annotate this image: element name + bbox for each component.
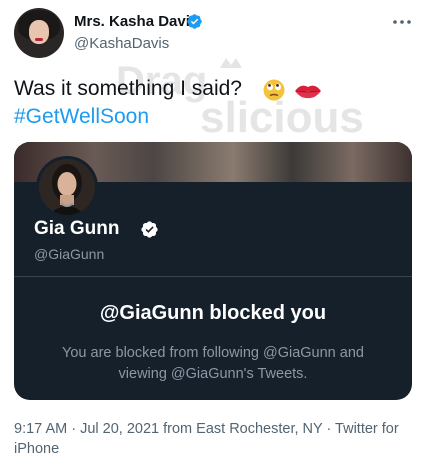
embedded-profile-avatar[interactable]: [36, 156, 98, 218]
author-display-name[interactable]: Mrs. Kasha Davis: [74, 13, 198, 30]
embedded-profile-name[interactable]: Gia Gunn: [34, 218, 120, 240]
tweet-metadata[interactable]: 9:17 AM · Jul 20, 2021 from East Rochest…: [14, 419, 414, 459]
author-handle[interactable]: @KashaDavis: [74, 35, 169, 52]
tweet-text: Was it something I said?: [14, 77, 242, 100]
more-options-button[interactable]: [388, 12, 416, 32]
embedded-profile-card[interactable]: Gia Gunn @GiaGunn @GiaGunn blocked you Y…: [14, 142, 412, 400]
more-options-icon: [393, 20, 411, 24]
hashtag-link[interactable]: #GetWellSoon: [14, 104, 149, 130]
face-with-rolling-eyes-emoji-icon: [263, 79, 285, 101]
verified-badge-icon: [141, 221, 158, 238]
profile-photo-image: [39, 159, 95, 215]
verified-badge-icon: [187, 14, 202, 29]
embedded-profile-handle[interactable]: @GiaGunn: [34, 246, 104, 262]
tweet: Mrs. Kasha Davis @KashaDavis Drag slicio…: [0, 0, 427, 465]
card-divider: [14, 276, 412, 277]
blocked-notice-description: You are blocked from following @GiaGunn …: [62, 345, 364, 382]
author-avatar[interactable]: [14, 8, 64, 58]
blocked-notice-title: @GiaGunn blocked you: [99, 302, 327, 324]
kiss-mark-emoji-icon: [295, 85, 321, 99]
